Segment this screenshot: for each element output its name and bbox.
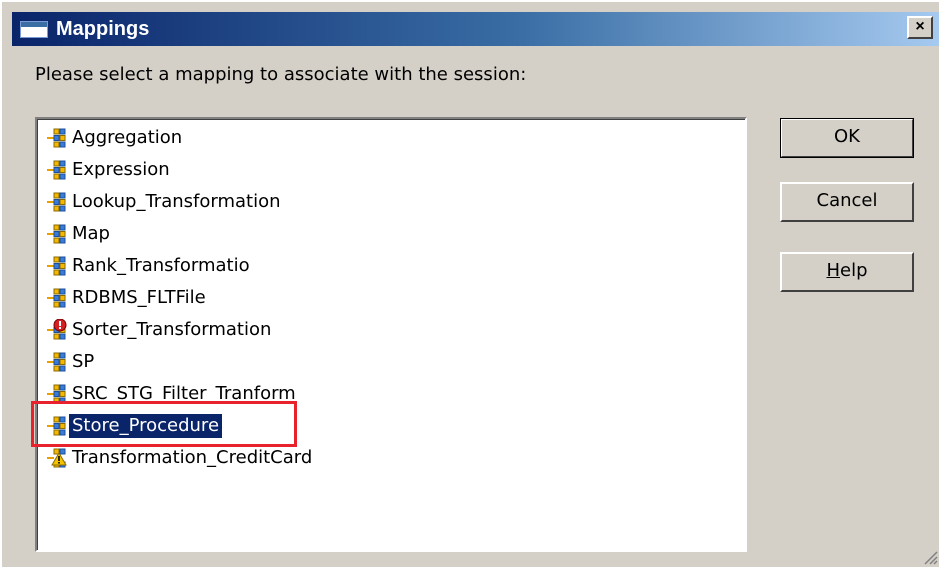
prompt-label: Please select a mapping to associate wit… [35,64,527,85]
list-item[interactable]: Map [45,219,113,249]
mapping-warning-icon [47,448,67,468]
list-item-label: Map [72,223,110,244]
mapping-icon [47,352,66,372]
mapping-icon [47,416,66,436]
help-accelerator: H [826,260,841,281]
close-button[interactable]: × [907,16,933,39]
mapping-icon [47,128,66,148]
mapping-icon [47,224,66,244]
list-item-selected[interactable]: Store_Procedure [45,411,224,441]
mapping-icon [47,192,66,212]
title-bar[interactable]: Mappings [12,12,939,46]
list-item-label: Transformation_CreditCard [72,447,313,468]
list-item-label: Rank_Transformatio [72,255,250,276]
close-icon: × [915,18,925,35]
list-item[interactable]: Sorter_Transformation [45,315,274,345]
list-item[interactable]: Transformation_CreditCard [45,443,315,473]
mapping-icon [47,256,66,276]
list-item[interactable]: SRC_STG_Filter_Tranform [45,379,299,409]
list-item-label: Lookup_Transformation [72,191,281,212]
list-item-label: SRC_STG_Filter_Tranform [72,383,296,404]
list-item-label: Expression [72,159,170,180]
mapping-list[interactable]: Aggregation Expression Lookup_Transforma… [35,117,747,552]
list-item[interactable]: RDBMS_FLTFile [45,283,209,313]
ok-button[interactable]: OK [780,118,914,158]
resize-grip-icon[interactable] [920,547,938,565]
mapping-icon [47,384,66,404]
list-item-label: RDBMS_FLTFile [72,287,206,308]
mappings-dialog: Mappings × Please select a mapping to as… [0,0,939,567]
cancel-button[interactable]: Cancel [780,182,914,222]
mapping-invalid-icon [47,319,67,340]
list-item[interactable]: Lookup_Transformation [45,187,284,217]
list-item[interactable]: Expression [45,155,173,185]
list-item[interactable]: SP [45,347,97,377]
list-item-label: SP [72,351,95,372]
list-item[interactable]: Aggregation [45,123,185,153]
mapping-icon [47,288,66,308]
list-item-label: Store_Procedure [67,413,224,439]
window-title: Mappings [56,18,150,40]
window-icon [20,21,48,38]
help-button[interactable]: Help [780,252,914,292]
help-label: elp [840,260,868,281]
mapping-icon [47,160,66,180]
list-item-label: Aggregation [72,127,183,148]
list-item-label: Sorter_Transformation [72,319,272,340]
list-item[interactable]: Rank_Transformatio [45,251,253,281]
